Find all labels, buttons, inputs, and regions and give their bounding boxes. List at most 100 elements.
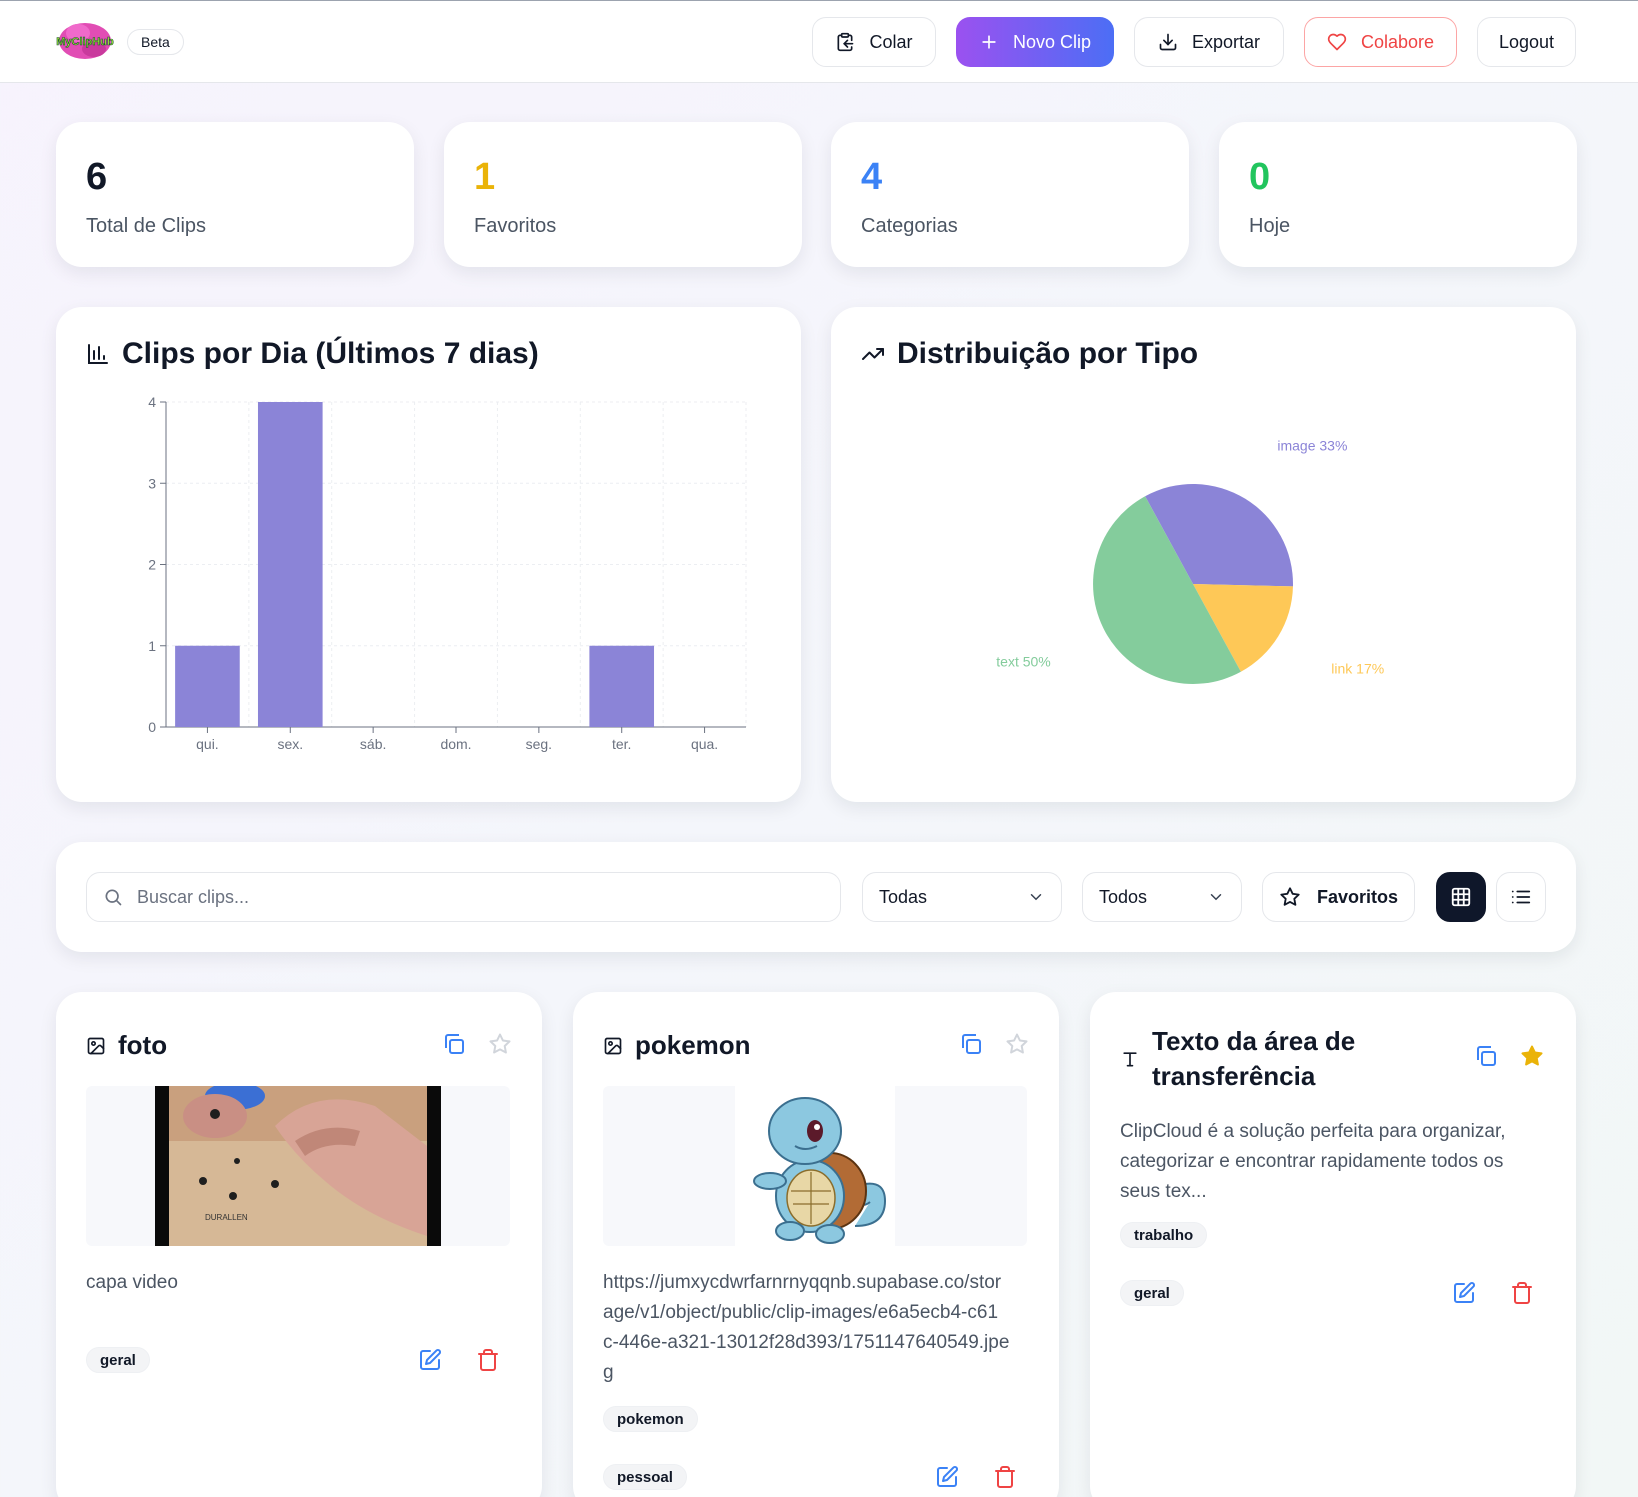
paste-button[interactable]: Colar: [812, 17, 936, 67]
logout-button-label: Logout: [1498, 31, 1555, 52]
x-tick-label: seg.: [526, 736, 552, 752]
stat-card-favorites: 1 Favoritos: [444, 122, 802, 267]
clipboard-paste-icon: [837, 32, 854, 52]
x-tick-label: qui.: [196, 736, 219, 752]
logo-text: MyClipHub: [56, 36, 114, 48]
bar: [175, 645, 240, 727]
copy-icon[interactable]: [1474, 1044, 1498, 1068]
trash-icon[interactable]: [1510, 1281, 1534, 1305]
beta-badge: Beta: [127, 29, 184, 55]
top-bar: MyClipHub Beta Colar Novo Clip Exportar …: [0, 0, 1638, 83]
search-icon: [105, 889, 122, 906]
stat-card-today: 0 Hoje: [1219, 122, 1577, 267]
favorites-filter-button[interactable]: Favoritos: [1262, 872, 1415, 922]
x-tick-label: sex.: [277, 736, 303, 752]
clip-text-preview: ClipCloud é a solução perfeita para orga…: [1120, 1117, 1506, 1207]
clip-category: trabalho: [1120, 1222, 1208, 1248]
stat-card-total: 6 Total de Clips: [56, 122, 414, 267]
download-icon: [1159, 33, 1177, 51]
clip-title-line: transferência: [1152, 1061, 1316, 1091]
stat-value: 0: [1249, 156, 1271, 198]
logo[interactable]: MyClipHub: [56, 19, 114, 63]
clip-url-line: https://jumxycdwrfarnrnyqqnb.supabase.co…: [603, 1272, 1002, 1293]
clip-category: pokemon: [603, 1406, 698, 1432]
new-clip-button[interactable]: Novo Clip: [956, 17, 1114, 67]
x-tick-label: sáb.: [360, 736, 386, 752]
clip-image-area: DURALLEN: [86, 1086, 510, 1246]
paste-button-label: Colar: [869, 31, 913, 52]
heart-icon: [1327, 33, 1347, 51]
stat-value: 1: [474, 156, 496, 198]
type-select[interactable]: Todos: [1082, 872, 1242, 922]
clip-thumbnail-pokemon[interactable]: [735, 1086, 895, 1246]
grid-icon: [1451, 887, 1471, 907]
clip-title: foto: [86, 1030, 167, 1061]
clip-url-line: age/v1/object/public/clip-images/e6a5ecb…: [603, 1302, 999, 1323]
clip-card[interactable]: foto DURALLEN capa video geral: [56, 992, 542, 1497]
stat-label: Hoje: [1249, 215, 1291, 237]
clip-tag: geral: [1120, 1280, 1184, 1306]
favorite-star-icon[interactable]: [1520, 1044, 1544, 1068]
clip-text-line: seus tex...: [1120, 1181, 1207, 1202]
new-clip-button-label: Novo Clip: [1012, 31, 1092, 52]
clip-title-text: foto: [118, 1030, 168, 1060]
stat-label: Total de Clips: [86, 215, 207, 237]
star-icon: [1280, 887, 1300, 906]
clip-text-line: ClipCloud é a solução perfeita para orga…: [1120, 1121, 1506, 1142]
grid-view-button[interactable]: [1436, 872, 1486, 922]
export-button-label: Exportar: [1191, 31, 1261, 52]
x-tick-label: qua.: [691, 736, 718, 752]
search-box[interactable]: [86, 872, 841, 922]
plus-icon: [982, 35, 996, 49]
bar: [589, 645, 655, 727]
y-tick-label: 1: [148, 638, 156, 654]
contribute-button[interactable]: Colabore: [1304, 17, 1457, 67]
clip-title: pokemon: [603, 1030, 751, 1061]
pie-label: link 17%: [1331, 660, 1384, 676]
pie-label: text 50%: [996, 654, 1050, 670]
clip-title-text: Texto da área de transferência: [1152, 1024, 1355, 1094]
stat-label: Favoritos: [474, 215, 557, 237]
stat-label: Categorias: [861, 215, 958, 237]
clip-title: Texto da área de transferência: [1120, 1024, 1355, 1094]
clip-title-text: pokemon: [635, 1030, 751, 1060]
edit-icon[interactable]: [1452, 1281, 1476, 1305]
stat-value: 6: [86, 156, 108, 198]
copy-icon[interactable]: [959, 1032, 983, 1056]
filter-bar: Todas Todos Favoritos: [56, 842, 1576, 952]
contribute-button-label: Colabore: [1360, 31, 1435, 52]
list-view-button[interactable]: [1496, 872, 1546, 922]
edit-icon[interactable]: [418, 1348, 442, 1372]
chevron-down-icon: [1030, 894, 1042, 901]
image-icon: [87, 1037, 105, 1054]
type-select-value: Todos: [1099, 886, 1148, 907]
text-icon: [1123, 1052, 1137, 1067]
trash-icon[interactable]: [476, 1348, 500, 1372]
stat-card-categories: 4 Categorias: [831, 122, 1189, 267]
edit-icon[interactable]: [935, 1465, 959, 1489]
x-tick-label: ter.: [612, 736, 631, 752]
logout-button[interactable]: Logout: [1477, 17, 1576, 67]
y-tick-label: 4: [148, 394, 156, 410]
category-select[interactable]: Todas: [862, 872, 1062, 922]
svg-text:DURALLEN: DURALLEN: [205, 1213, 248, 1222]
clip-tag: geral: [86, 1347, 150, 1373]
search-input[interactable]: [87, 873, 840, 921]
trash-icon[interactable]: [993, 1465, 1017, 1489]
image-icon: [604, 1037, 622, 1054]
list-icon: [1511, 890, 1531, 904]
bar-chart: 0 1 2 3 4 qui. sex. sáb. dom. seg. ter. qua.: [148, 394, 747, 752]
clip-thumbnail-photo[interactable]: DURALLEN: [155, 1086, 441, 1246]
clip-text-line: categorizar e encontrar rapidamente todo…: [1120, 1151, 1504, 1172]
chevron-down-icon: [1210, 894, 1222, 901]
clip-description: capa video: [86, 1272, 178, 1293]
clip-card[interactable]: Texto da área de transferência ClipCloud…: [1090, 992, 1576, 1497]
export-button[interactable]: Exportar: [1134, 17, 1284, 67]
clip-card[interactable]: pokemon https://jumxycdwrfarnrnyqqnb.sup…: [573, 992, 1059, 1497]
pie-chart-card: Distribuição por Tipo image 33% link 17% t…: [831, 307, 1576, 802]
clip-url-line: g: [603, 1362, 614, 1383]
copy-icon[interactable]: [442, 1032, 466, 1056]
clip-image-area: [603, 1086, 1027, 1246]
favorite-star-icon[interactable]: [488, 1032, 512, 1056]
favorite-star-icon[interactable]: [1005, 1032, 1029, 1056]
